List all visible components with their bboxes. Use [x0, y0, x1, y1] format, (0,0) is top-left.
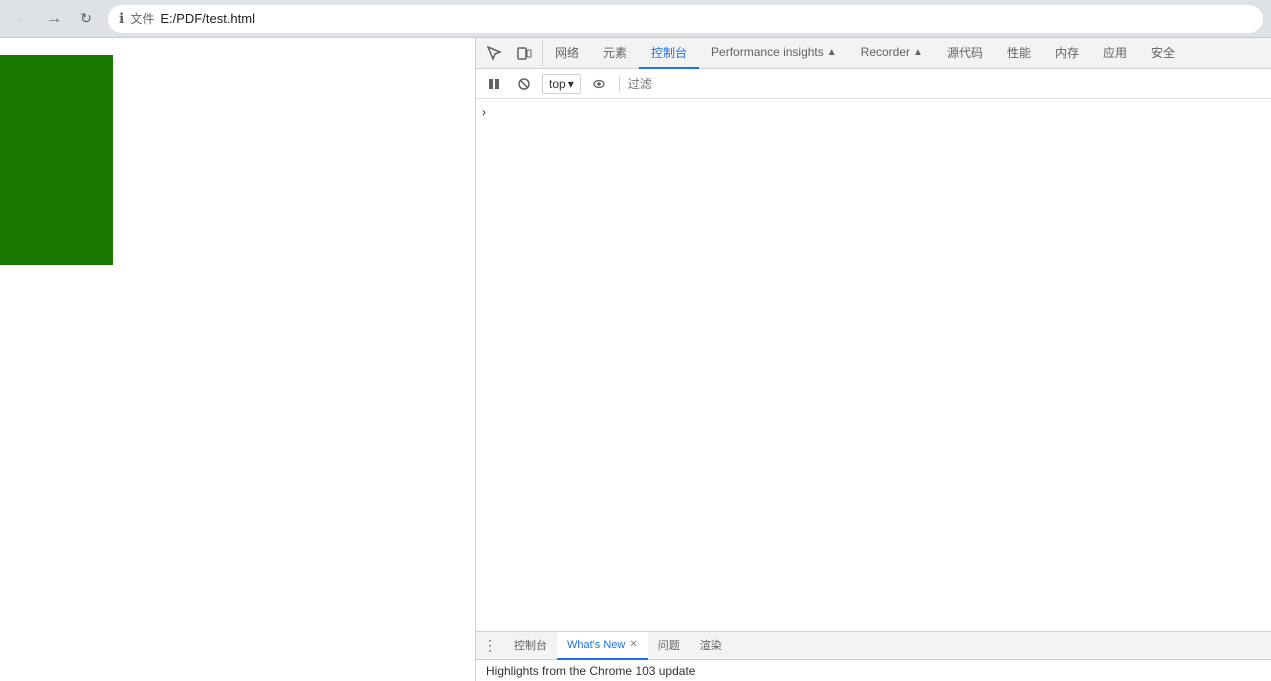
tab-console[interactable]: 控制台 [639, 38, 699, 69]
main-layout: 网络 元素 控制台 Performance insights ▲ Recorde… [0, 38, 1271, 681]
bottom-tab-whats-new[interactable]: What's New ✕ [557, 632, 648, 660]
context-selector[interactable]: top ▾ [542, 74, 581, 94]
tab-performance[interactable]: 性能 [995, 38, 1043, 69]
reload-button[interactable]: ↻ [72, 5, 100, 33]
performance-insights-badge: ▲ [827, 47, 837, 58]
back-button[interactable]: ← [8, 5, 36, 33]
address-text: E:/PDF/test.html [160, 11, 1252, 26]
devtools-panel: 网络 元素 控制台 Performance insights ▲ Recorde… [475, 38, 1271, 681]
tab-elements[interactable]: 元素 [591, 38, 639, 69]
console-prompt-arrow: › [482, 105, 486, 119]
filter-divider [619, 76, 620, 92]
devtools-toolbar: 网络 元素 控制台 Performance insights ▲ Recorde… [476, 38, 1271, 69]
tab-recorder[interactable]: Recorder ▲ [849, 38, 935, 69]
console-toolbar: top ▾ [476, 69, 1271, 99]
context-label: top [549, 77, 566, 91]
bottom-tab-rendering[interactable]: 渲染 [690, 632, 732, 660]
browser-chrome: ← → ↻ ℹ 文件 E:/PDF/test.html [0, 0, 1271, 38]
whats-new-label: What's New [567, 639, 625, 651]
dropdown-icon: ▾ [568, 77, 574, 91]
tab-memory[interactable]: 内存 [1043, 38, 1091, 69]
file-label: 文件 [130, 10, 154, 27]
bottom-tab-issues[interactable]: 问题 [648, 632, 690, 660]
bottom-panel: ⋮ 控制台 What's New ✕ 问题 渲染 Highlights from… [476, 631, 1271, 681]
console-play-button[interactable] [482, 72, 506, 96]
tab-sources[interactable]: 源代码 [935, 38, 995, 69]
filter-input[interactable] [628, 77, 708, 91]
info-icon: ℹ [119, 10, 124, 27]
highlights-text: Highlights from the Chrome 103 update [486, 664, 695, 678]
console-clear-button[interactable] [512, 72, 536, 96]
bottom-tab-console[interactable]: 控制台 [504, 632, 557, 660]
inspect-element-button[interactable] [480, 40, 508, 66]
tab-security[interactable]: 安全 [1139, 38, 1187, 69]
page-content [0, 38, 475, 681]
nav-buttons: ← → ↻ [8, 5, 100, 33]
toolbar-icons [476, 40, 543, 66]
address-bar[interactable]: ℹ 文件 E:/PDF/test.html [108, 5, 1263, 33]
bottom-tabs: ⋮ 控制台 What's New ✕ 问题 渲染 [476, 632, 1271, 660]
eye-button[interactable] [587, 72, 611, 96]
tab-application[interactable]: 应用 [1091, 38, 1139, 69]
devtools-tabs: 网络 元素 控制台 Performance insights ▲ Recorde… [543, 38, 1187, 69]
whats-new-close-button[interactable]: ✕ [629, 639, 637, 650]
tab-network[interactable]: 网络 [543, 38, 591, 69]
recorder-badge: ▲ [913, 47, 923, 58]
forward-button[interactable]: → [40, 5, 68, 33]
bottom-menu-button[interactable]: ⋮ [476, 632, 504, 660]
console-content: › [476, 99, 1271, 631]
green-rectangle [0, 55, 113, 265]
bottom-content: Highlights from the Chrome 103 update [476, 660, 1271, 681]
device-toggle-button[interactable] [510, 40, 538, 66]
tab-performance-insights[interactable]: Performance insights ▲ [699, 38, 849, 69]
